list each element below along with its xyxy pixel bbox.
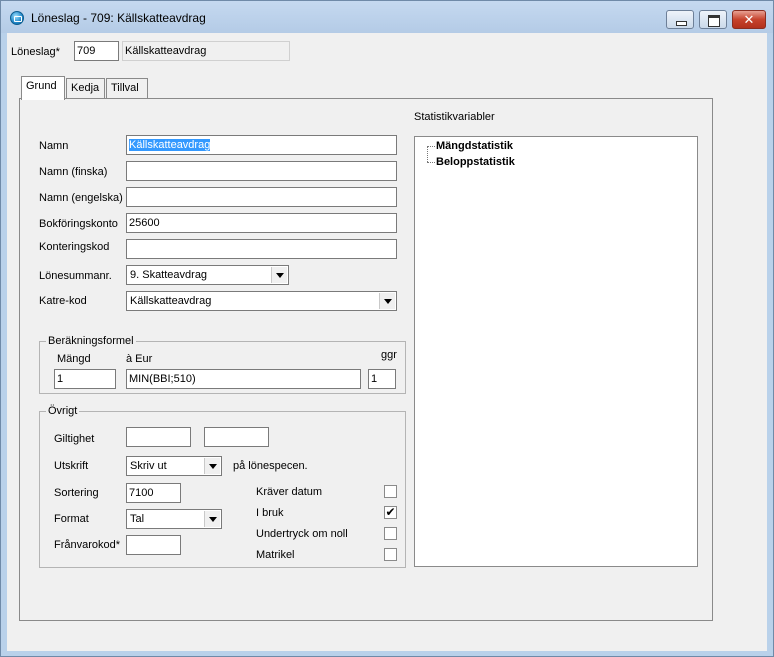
katre-select[interactable]: Källskatteavdrag xyxy=(126,291,397,311)
namn-label: Namn xyxy=(39,140,69,152)
format-value: Tal xyxy=(130,513,145,525)
utskrift-value: Skriv ut xyxy=(130,460,167,472)
maximize-button[interactable] xyxy=(699,10,727,29)
close-icon: ✕ xyxy=(743,12,755,27)
tree-connector xyxy=(427,146,428,162)
app-icon xyxy=(10,11,24,25)
i-bruk-label: I bruk xyxy=(256,507,284,519)
kraver-datum-checkbox[interactable] xyxy=(384,485,397,498)
konteringskod-label: Konteringskod xyxy=(39,241,110,253)
namn-finska-label: Namn (finska) xyxy=(39,166,108,178)
tab-kedja[interactable]: Kedja xyxy=(66,78,105,98)
namn-value: Källskatteavdrag xyxy=(129,139,211,151)
undertryck-label: Undertryck om noll xyxy=(256,528,348,540)
tree-connector xyxy=(427,146,435,147)
sortering-input[interactable]: 7100 xyxy=(126,483,181,503)
window-title: Löneslag - 709: Källskatteavdrag xyxy=(31,11,206,25)
loneslag-label: Löneslag* xyxy=(11,46,60,58)
ggr-label: ggr xyxy=(381,349,397,361)
eur-formula-input[interactable]: MIN(BBI;510) xyxy=(126,369,361,389)
namn-input[interactable]: Källskatteavdrag xyxy=(126,135,397,155)
lonesummanr-select[interactable]: 9. Skatteavdrag xyxy=(126,265,289,285)
ovrigt-title: Övrigt xyxy=(46,405,80,417)
tab-grund[interactable]: Grund xyxy=(21,76,65,100)
matrikel-label: Matrikel xyxy=(256,549,295,561)
utskrift-select[interactable]: Skriv ut xyxy=(126,456,222,476)
tab-tillval[interactable]: Tillval xyxy=(106,78,148,98)
title-bar[interactable]: Löneslag - 709: Källskatteavdrag ✕ xyxy=(1,1,773,33)
chevron-down-icon[interactable] xyxy=(271,267,287,283)
bokforingskonto-input[interactable]: 25600 xyxy=(126,213,397,233)
matrikel-checkbox[interactable] xyxy=(384,548,397,561)
format-select[interactable]: Tal xyxy=(126,509,222,529)
konteringskod-input[interactable] xyxy=(126,239,397,259)
giltighet-to-input[interactable] xyxy=(204,427,269,447)
eur-label: à Eur xyxy=(126,353,153,365)
namn-engelska-label: Namn (engelska) xyxy=(39,192,123,204)
undertryck-checkbox[interactable] xyxy=(384,527,397,540)
franvarokod-label: Frånvarokod* xyxy=(54,539,121,551)
giltighet-label: Giltighet xyxy=(54,433,95,445)
utskrift-label: Utskrift xyxy=(54,460,89,472)
utskrift-suffix: på lönespecen. xyxy=(233,460,308,472)
namn-finska-input[interactable] xyxy=(126,161,397,181)
mangd-label: Mängd xyxy=(57,353,91,365)
kraver-datum-label: Kräver datum xyxy=(256,486,323,498)
ggr-input[interactable]: 1 xyxy=(368,369,396,389)
sortering-label: Sortering xyxy=(54,487,99,499)
lonesummanr-label: Lönesummanr. xyxy=(39,270,112,282)
katre-value: Källskatteavdrag xyxy=(130,295,212,307)
format-label: Format xyxy=(54,513,89,525)
loneslag-code-input[interactable]: 709 xyxy=(74,41,119,61)
tree-item-beloppstatistik[interactable]: Beloppstatistik xyxy=(436,156,515,168)
chevron-down-icon[interactable] xyxy=(379,293,395,309)
namn-engelska-input[interactable] xyxy=(126,187,397,207)
i-bruk-checkbox[interactable]: ✔ xyxy=(384,506,397,519)
close-button[interactable]: ✕ xyxy=(732,10,766,29)
tree-item-mangdstatistik[interactable]: Mängdstatistik xyxy=(436,140,513,152)
chevron-down-icon[interactable] xyxy=(204,458,220,474)
statistik-title: Statistikvariabler xyxy=(414,111,495,123)
mangd-input[interactable]: 1 xyxy=(54,369,116,389)
statistik-tree[interactable]: Mängdstatistik Beloppstatistik xyxy=(414,136,698,567)
minimize-button[interactable] xyxy=(666,10,694,29)
loneslag-name-field: Källskatteavdrag xyxy=(122,41,290,61)
katre-label: Katre-kod xyxy=(39,295,87,307)
giltighet-from-input[interactable] xyxy=(126,427,191,447)
app-window: Löneslag - 709: Källskatteavdrag ✕ Lönes… xyxy=(0,0,774,657)
client-area: Löneslag* 709 Källskatteavdrag Grund Ked… xyxy=(7,33,767,651)
franvarokod-input[interactable] xyxy=(126,535,181,555)
lonesummanr-value: 9. Skatteavdrag xyxy=(130,269,208,281)
chevron-down-icon[interactable] xyxy=(204,511,220,527)
berakningsformel-title: Beräkningsformel xyxy=(46,335,136,347)
bokforingskonto-label: Bokföringskonto xyxy=(39,218,118,230)
tree-connector xyxy=(427,162,435,163)
